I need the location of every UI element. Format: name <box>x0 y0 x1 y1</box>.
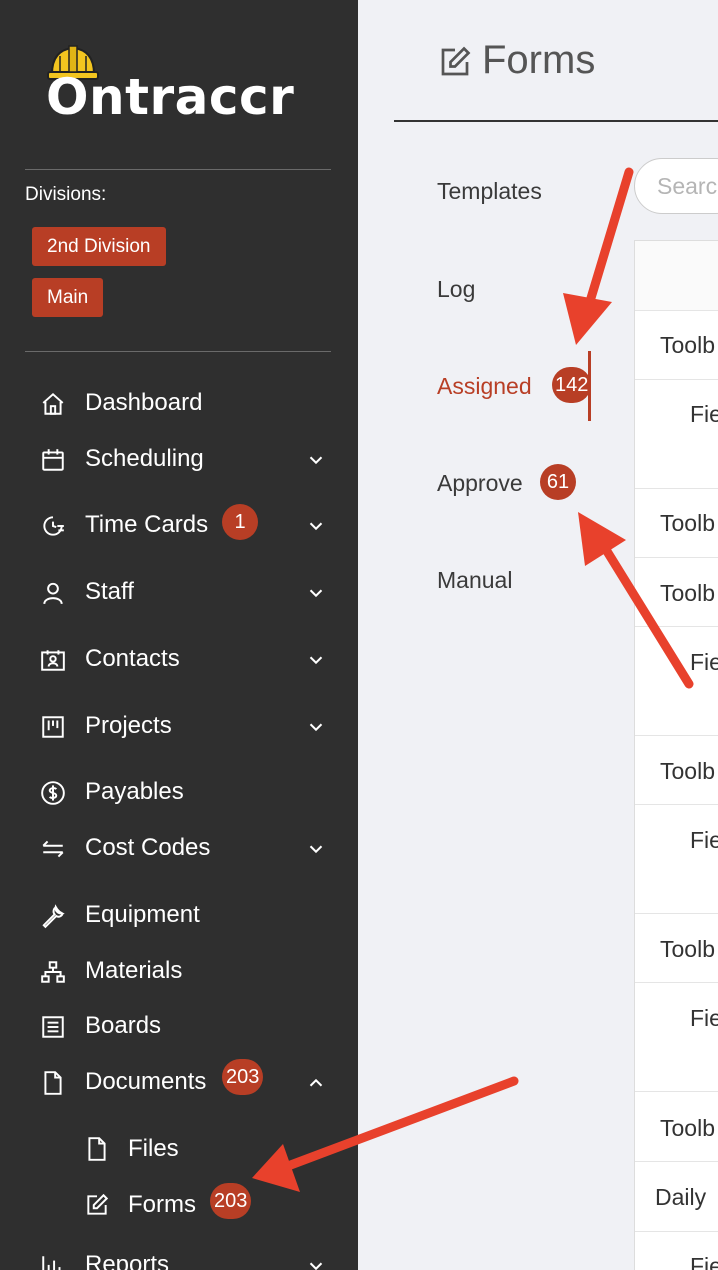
contacts-icon <box>40 647 66 673</box>
table-row[interactable]: Toolb <box>660 1115 715 1142</box>
chevron-down-icon[interactable] <box>305 649 327 671</box>
edit-icon <box>441 46 471 76</box>
time-cards-count-badge: 1 <box>222 504 258 540</box>
sidebar: Ontraccr Divisions: 2nd Division Main Da… <box>0 0 358 1270</box>
dollar-icon <box>40 780 66 806</box>
search-input[interactable] <box>634 158 718 214</box>
title-divider <box>394 120 718 122</box>
tab-approve[interactable]: Approve <box>437 470 523 497</box>
sidebar-item-label: Payables <box>85 778 184 805</box>
sidebar-item-label: Time Cards <box>85 511 209 538</box>
sidebar-item-equipment[interactable]: Equipment <box>0 893 358 937</box>
hierarchy-icon <box>40 959 66 985</box>
home-icon <box>40 391 66 417</box>
sidebar-item-reports[interactable]: Reports <box>0 1243 358 1270</box>
swap-icon <box>40 836 66 862</box>
sidebar-item-payables[interactable]: Payables <box>0 770 358 814</box>
sidebar-item-label: Dashboard <box>85 389 203 416</box>
sidebar-item-label: Scheduling <box>85 445 204 472</box>
sidebar-item-label: Projects <box>85 712 172 739</box>
sidebar-item-label: Boards <box>85 1012 162 1039</box>
division-tag-main[interactable]: Main <box>32 278 104 317</box>
table-row[interactable]: Fie <box>690 827 718 854</box>
divider <box>25 351 331 352</box>
chart-icon <box>40 1253 66 1270</box>
sidebar-subitem-forms[interactable]: Forms 203 <box>0 1183 358 1227</box>
chevron-down-icon[interactable] <box>305 582 327 604</box>
calendar-icon <box>40 447 66 473</box>
chevron-up-icon[interactable] <box>305 1072 327 1094</box>
sidebar-item-label: Materials <box>85 957 183 984</box>
sidebar-item-label: Staff <box>85 578 134 605</box>
page-title: Forms <box>482 38 596 82</box>
chevron-down-icon[interactable] <box>305 838 327 860</box>
chevron-down-icon[interactable] <box>305 515 327 537</box>
table-row[interactable]: Fie <box>690 1005 718 1032</box>
forms-count-badge: 203 <box>210 1183 252 1219</box>
sidebar-item-label: Reports <box>85 1251 170 1270</box>
sidebar-item-time-cards[interactable]: Time Cards 1 <box>0 503 358 547</box>
sidebar-item-label: Contacts <box>85 645 180 672</box>
chevron-down-icon[interactable] <box>305 1255 327 1270</box>
sidebar-item-materials[interactable]: Materials <box>0 949 358 993</box>
divider <box>25 169 331 170</box>
table-row[interactable]: Fie <box>690 1253 718 1270</box>
table-row[interactable]: Fie <box>690 649 718 676</box>
sidebar-item-label: Documents <box>85 1068 207 1095</box>
sidebar-item-projects[interactable]: Projects <box>0 704 358 748</box>
table-row[interactable]: Toolb <box>660 936 715 963</box>
table-row[interactable]: Toolb <box>660 580 715 607</box>
file-icon <box>84 1136 110 1162</box>
active-tab-indicator <box>588 351 591 421</box>
sidebar-item-cost-codes[interactable]: Cost Codes <box>0 826 358 870</box>
sidebar-subitem-files[interactable]: Files <box>0 1127 358 1171</box>
logo-wordmark: Ontraccr <box>46 68 295 126</box>
projects-icon <box>40 714 66 740</box>
table-row[interactable]: Toolb <box>660 510 715 537</box>
arrow-to-assigned <box>563 167 634 345</box>
chevron-down-icon[interactable] <box>305 716 327 738</box>
division-tag-2nd-division[interactable]: 2nd Division <box>32 227 166 266</box>
ontraccr-logo[interactable]: Ontraccr <box>46 40 336 126</box>
board-icon <box>40 1014 66 1040</box>
table-row[interactable]: Daily <box>655 1184 706 1211</box>
sidebar-item-boards[interactable]: Boards <box>0 1004 358 1048</box>
sidebar-item-label: Equipment <box>85 901 200 928</box>
table-row[interactable]: Toolb <box>660 332 715 359</box>
tab-assigned[interactable]: Assigned <box>437 373 532 400</box>
sidebar-item-contacts[interactable]: Contacts <box>0 637 358 681</box>
sidebar-item-label: Cost Codes <box>85 834 211 861</box>
sidebar-item-dashboard[interactable]: Dashboard <box>0 381 358 425</box>
tab-log[interactable]: Log <box>437 276 475 303</box>
chevron-down-icon[interactable] <box>305 449 327 471</box>
table-header <box>635 241 718 311</box>
tab-manual[interactable]: Manual <box>437 567 512 594</box>
sidebar-subitem-label: Files <box>128 1135 179 1162</box>
tab-templates[interactable]: Templates <box>437 178 542 205</box>
divisions-label: Divisions: <box>25 184 107 205</box>
edit-icon <box>84 1192 110 1218</box>
table-row[interactable]: Fie <box>690 401 718 428</box>
table-row[interactable]: Toolb <box>660 758 715 785</box>
wrench-icon <box>40 903 66 929</box>
user-icon <box>40 580 66 606</box>
sidebar-subitem-label: Forms <box>128 1191 196 1218</box>
sidebar-item-scheduling[interactable]: Scheduling <box>0 437 358 481</box>
forms-table: Toolb Fie Toolb Toolb Fie Toolb Fie Tool… <box>634 240 718 1270</box>
approve-count-badge: 61 <box>540 464 576 500</box>
sidebar-item-documents[interactable]: Documents 203 <box>0 1059 358 1104</box>
sidebar-item-staff[interactable]: Staff <box>0 570 358 614</box>
file-icon <box>40 1070 66 1096</box>
documents-count-badge: 203 <box>222 1059 264 1095</box>
clock-icon <box>40 513 66 539</box>
assigned-count-badge: 142 <box>552 367 592 403</box>
